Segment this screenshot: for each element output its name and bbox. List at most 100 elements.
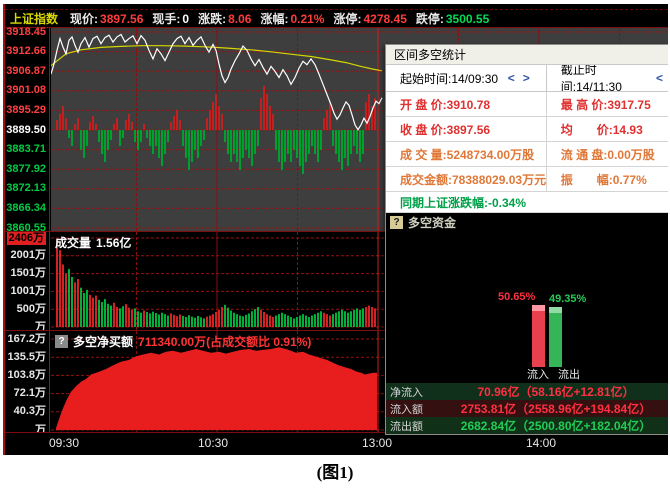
netbuy-axis: 167.2万135.5万103.8万72.1万40.3万万 (5, 331, 50, 432)
stat-cell: 流 通 盘:0.00万股 (547, 142, 668, 166)
prev-arrow[interactable]: < (508, 71, 515, 85)
funds-row-label: 流入额 (386, 401, 444, 417)
end-time-control[interactable]: 截止时间:14/11:30 <> (547, 65, 668, 91)
stat-row: 成 交 量:5248734.00万股 流 通 盘:0.00万股 (386, 142, 668, 167)
end-time-arrows: <> (652, 71, 668, 85)
dialog-title[interactable]: 区间多空统计 (386, 45, 668, 65)
netbuy-label: 多空净买额 (73, 333, 133, 350)
help-icon[interactable]: ? (55, 335, 68, 348)
bar-cap (549, 307, 562, 313)
start-time-arrows: <> (504, 71, 534, 85)
axis-label: 72.1万 (14, 387, 46, 400)
time-axis-label: 13:00 (362, 436, 392, 450)
axis-label: 3877.92 (6, 163, 46, 176)
info-field-value: 0 (182, 12, 189, 26)
axis-label: 3918.45 (6, 26, 46, 39)
funds-section: ? 多空资金 50.65%49.35%流入流出 净流入70.96亿（58.16亿… (386, 213, 668, 434)
axis-label: 40.3万 (14, 405, 46, 418)
funds-title: 多空资金 (408, 214, 456, 231)
info-field-label: 涨停: (333, 10, 361, 27)
funds-bar-inflow (532, 305, 545, 367)
trading-app-window: 上证指数 现价:3897.56现手:0涨跌:8.06涨幅:0.21%涨停:427… (3, 4, 668, 455)
funds-bar-labels: 流入流出 (527, 366, 580, 382)
prev-arrow[interactable]: < (656, 71, 663, 85)
axis-label: 3901.08 (6, 84, 46, 97)
end-time-label: 截止时间:14/11:30 (561, 65, 652, 91)
funds-rows: 净流入70.96亿（58.16亿+12.81亿）流入额2753.81亿（2558… (386, 383, 668, 434)
stat-value: 开 盘 价:3910.78 (400, 96, 490, 113)
stat-value: 成交金额:78388029.03万元 (400, 171, 546, 188)
axis-label: 3872.13 (6, 182, 46, 195)
stat-value: 振 幅:0.77% (561, 171, 647, 188)
stat-cell: 均 价:14.93 (547, 117, 668, 141)
info-field-value: 3500.55 (446, 12, 489, 26)
info-field-label: 涨跌: (198, 10, 226, 27)
axis-label: 103.8万 (7, 369, 46, 382)
funds-row-value: 2682.84亿（2500.80亿+182.04亿） (444, 417, 668, 434)
funds-header: ? 多空资金 (386, 213, 668, 231)
stat-value: 均 价:14.93 (561, 121, 643, 138)
interval-stats-dialog: 区间多空统计 起始时间:14/09:30 <> 截止时间:14/11:30 <>… (385, 44, 668, 435)
help-icon[interactable]: ? (390, 216, 403, 229)
axis-label: 3889.50 (6, 124, 46, 137)
info-field-value: 8.06 (228, 12, 251, 26)
start-time-label: 起始时间:14/09:30 (400, 70, 498, 87)
stat-cell: 振 幅:0.77% (547, 167, 668, 191)
funds-bar-label: 流入 (527, 366, 549, 382)
volume-header: 成交量 1.56亿 (55, 234, 131, 251)
stat-row: 成交金额:78388029.03万元振 幅:0.77% (386, 167, 668, 192)
funds-row: 流出额2682.84亿（2500.80亿+182.04亿） (386, 417, 668, 434)
volume-label: 成交量 (55, 234, 91, 251)
axis-label: 2406万 (7, 232, 46, 245)
info-field-value: 4278.45 (363, 12, 406, 26)
info-field-label: 跌停: (416, 10, 444, 27)
funds-row-value: 70.96亿（58.16亿+12.81亿） (444, 383, 668, 400)
index-name[interactable]: 上证指数 (10, 10, 58, 27)
axis-label: 2001万 (11, 249, 46, 262)
funds-row-label: 净流入 (386, 384, 444, 400)
axis-label: 1001万 (11, 285, 46, 298)
stat-cell: 开 盘 价:3910.78 (386, 92, 547, 116)
funds-bar-outflow (549, 307, 562, 367)
start-time-control[interactable]: 起始时间:14/09:30 <> (386, 65, 547, 91)
stat-rows: 开 盘 价:3910.78 最 高 价:3917.75 收 盘 价:3897.56 均… (386, 92, 668, 192)
axis-label: 3906.87 (6, 65, 46, 78)
page: 上证指数 现价:3897.56现手:0涨跌:8.06涨幅:0.21%涨停:427… (0, 0, 670, 488)
axis-label: 3912.66 (6, 45, 46, 58)
volume-value: 1.56亿 (96, 234, 131, 251)
time-axis: 09:30 10:30 13:00 14:00 (5, 432, 668, 454)
axis-label: 1501万 (11, 267, 46, 280)
period-change-value: 同期上证涨跌幅:-0.34% (400, 194, 526, 211)
funds-row: 流入额2753.81亿（2558.96亿+194.84亿） (386, 400, 668, 417)
index-info-bar: 上证指数 现价:3897.56现手:0涨跌:8.06涨幅:0.21%涨停:427… (5, 10, 668, 27)
period-change-row: 同期上证涨跌幅:-0.34% (386, 192, 668, 213)
time-axis-label: 14:00 (526, 436, 556, 450)
stat-value: 流 通 盘:0.00万股 (561, 146, 655, 163)
stat-value: 最 高 价:3917.75 (561, 96, 651, 113)
time-axis-label: 10:30 (198, 436, 228, 450)
axis-label: 500万 (17, 303, 46, 316)
stat-row: 收 盘 价:3897.56 均 价:14.93 (386, 117, 668, 142)
netbuy-header: ? 多空净买额 711340.00万(占成交额比 0.91%) (55, 333, 311, 350)
axis-label: 3866.34 (6, 202, 46, 215)
next-arrow[interactable]: > (523, 71, 530, 85)
funds-row-label: 流出额 (386, 418, 444, 434)
bar-cap (532, 305, 545, 311)
funds-bar-label: 流出 (558, 366, 580, 382)
axis-label: 3895.29 (6, 104, 46, 117)
stat-row: 开 盘 价:3910.78 最 高 价:3917.75 (386, 92, 668, 117)
info-field-label: 现价: (70, 10, 98, 27)
stat-value: 收 盘 价:3897.56 (400, 121, 490, 138)
funds-row-value: 2753.81亿（2558.96亿+194.84亿） (444, 400, 668, 417)
stat-cell: 最 高 价:3917.75 (547, 92, 668, 116)
stat-cell: 成 交 量:5248734.00万股 (386, 142, 547, 166)
time-axis-label: 09:30 (49, 436, 79, 450)
stat-value: 成 交 量:5248734.00万股 (400, 146, 534, 163)
funds-chart: 50.65%49.35%流入流出 (386, 231, 668, 383)
funds-bar-pct: 49.35% (549, 293, 586, 305)
price-axis: 3918.45 3912.66 3906.87 3901.08 3895.29 3889.… (5, 28, 50, 231)
netbuy-value: 711340.00万(占成交额比 0.91%) (138, 333, 311, 350)
stat-cell: 成交金额:78388029.03万元 (386, 167, 547, 191)
axis-label: 3883.71 (6, 143, 46, 156)
info-field-label: 现手: (152, 10, 180, 27)
